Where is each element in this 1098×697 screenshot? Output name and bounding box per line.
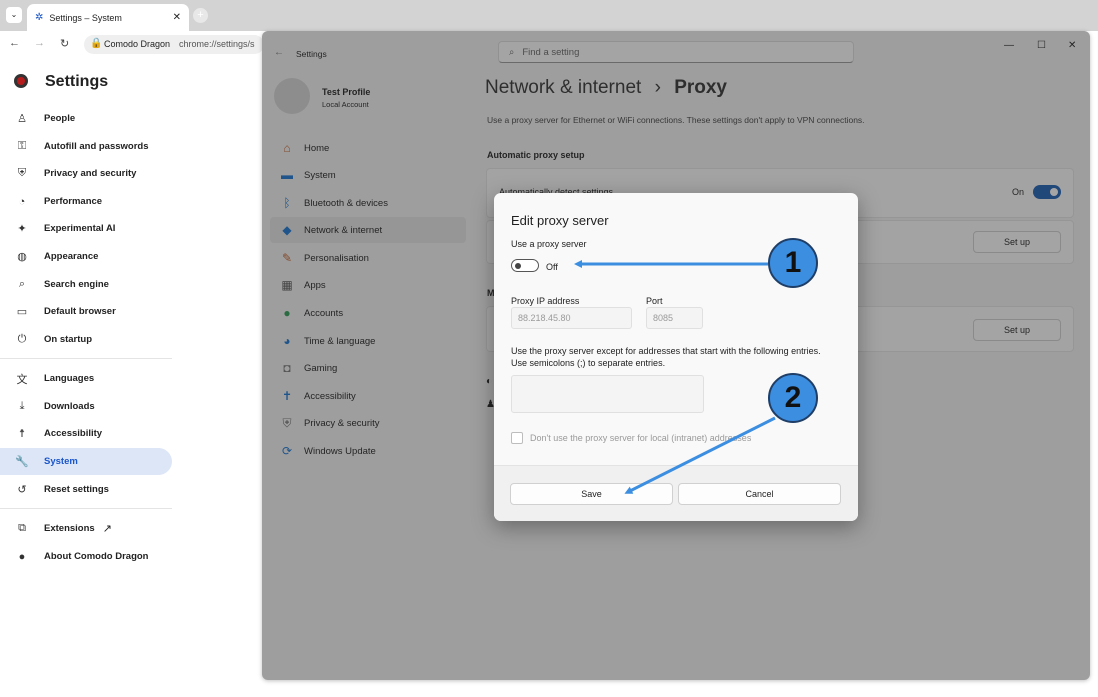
annotation-badge-2: 2 xyxy=(768,373,818,423)
arrow-2 xyxy=(624,416,776,494)
annotation-badge-1: 1 xyxy=(768,238,818,288)
annotation-arrows xyxy=(574,260,776,494)
